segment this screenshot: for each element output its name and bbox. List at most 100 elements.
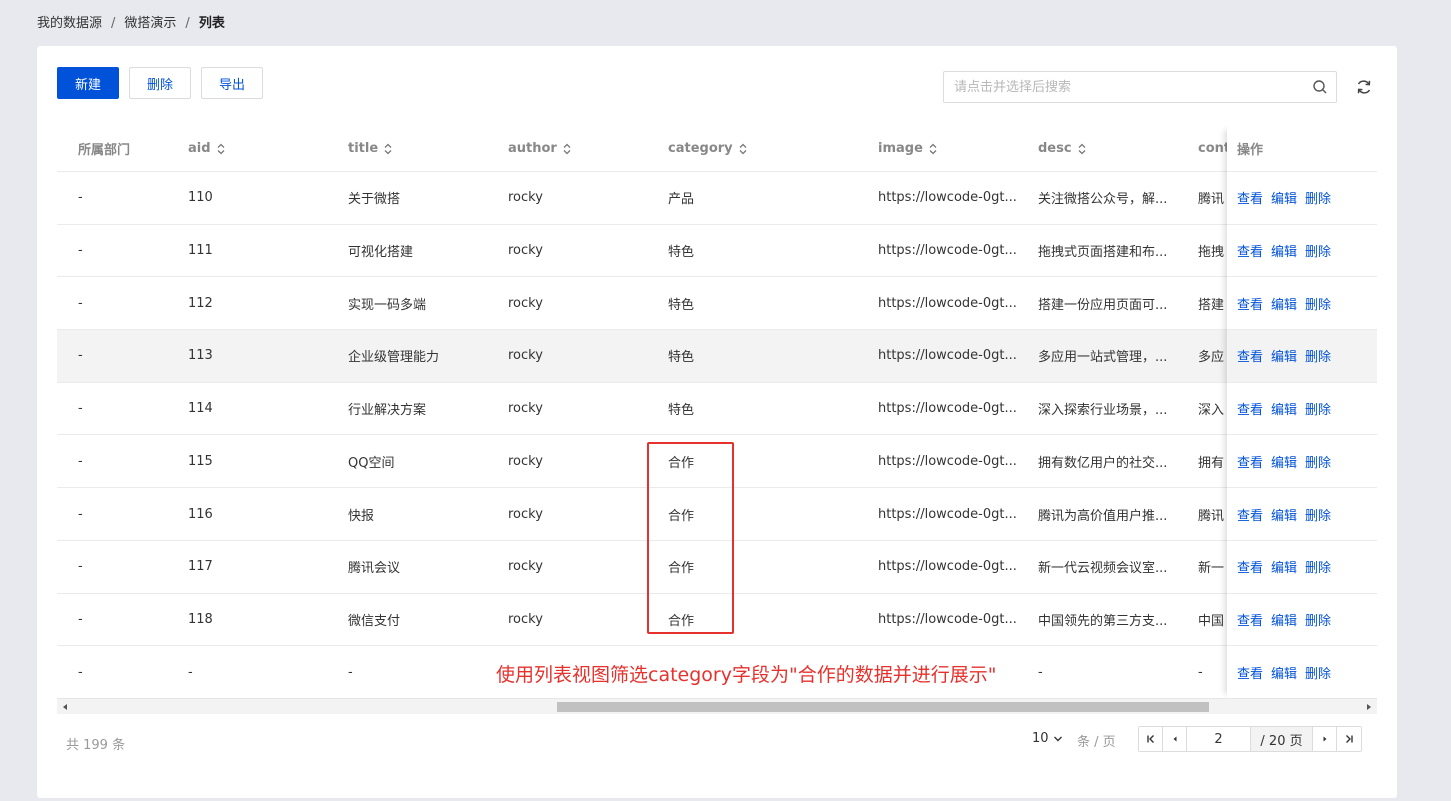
cell-content: 拥有 <box>1198 455 1225 471</box>
edit-link[interactable]: 编辑 <box>1271 663 1297 682</box>
view-link[interactable]: 查看 <box>1237 505 1263 524</box>
sort-icon[interactable] <box>383 143 393 155</box>
chevron-down-icon <box>1053 736 1062 741</box>
scroll-left-icon[interactable] <box>61 703 69 711</box>
page-size-select[interactable]: 10 <box>1032 731 1063 746</box>
column-header-desc[interactable]: desc <box>1038 126 1087 171</box>
table-row[interactable]: - 113 企业级管理能力 rocky 特色 https://lowcode-0gt...… <box>57 330 1377 383</box>
breadcrumb-current: 列表 <box>198 16 225 31</box>
cell-desc: 关注微搭公众号，解... <box>1038 192 1168 208</box>
edit-link[interactable]: 编辑 <box>1271 346 1297 365</box>
annotation-text: 使用列表视图筛选category字段为"合作的数据并进行展示" <box>496 664 997 686</box>
cell-title: QQ空间 <box>348 455 395 471</box>
ops-row: 查看 编辑 删除 <box>1227 646 1377 698</box>
breadcrumb-separator: / <box>185 16 190 31</box>
cell-category: 合作 <box>668 613 695 629</box>
cell-image: https://lowcode-0gt... <box>878 453 1017 469</box>
table-row[interactable]: - 112 实现一码多端 rocky 特色 https://lowcode-0gt... 搭… <box>57 277 1377 331</box>
cell-image: https://lowcode-0gt... <box>878 506 1017 522</box>
view-link[interactable]: 查看 <box>1237 188 1263 207</box>
column-header-category[interactable]: category <box>668 126 748 171</box>
edit-link[interactable]: 编辑 <box>1271 188 1297 207</box>
cell-content: - <box>1198 664 1203 680</box>
edit-link[interactable]: 编辑 <box>1271 294 1297 313</box>
view-link[interactable]: 查看 <box>1237 557 1263 576</box>
edit-link[interactable]: 编辑 <box>1271 452 1297 471</box>
delete-link[interactable]: 删除 <box>1305 188 1331 207</box>
delete-link[interactable]: 删除 <box>1305 663 1331 682</box>
view-link[interactable]: 查看 <box>1237 399 1263 418</box>
edit-link[interactable]: 编辑 <box>1271 610 1297 629</box>
sort-icon[interactable] <box>1077 143 1087 155</box>
delete-link[interactable]: 删除 <box>1305 294 1331 313</box>
delete-link[interactable]: 删除 <box>1305 241 1331 260</box>
scroll-thumb[interactable] <box>557 702 1209 712</box>
delete-button[interactable]: 删除 <box>129 67 191 99</box>
sort-icon[interactable] <box>562 143 572 155</box>
cell-aid: 113 <box>188 348 213 364</box>
page-number-input[interactable] <box>1187 727 1251 751</box>
horizontal-scrollbar[interactable] <box>57 698 1377 714</box>
cell-dept: - <box>78 611 83 627</box>
cell-content: 拖拽 <box>1198 245 1225 261</box>
delete-link[interactable]: 删除 <box>1305 557 1331 576</box>
edit-link[interactable]: 编辑 <box>1271 505 1297 524</box>
cell-content: 深入 <box>1198 403 1225 419</box>
cell-category: 合作 <box>668 561 695 577</box>
cell-dept: - <box>78 190 83 206</box>
search-input[interactable] <box>944 72 1294 102</box>
refresh-icon[interactable] <box>1355 78 1373 96</box>
cell-title: 关于微搭 <box>348 192 401 208</box>
breadcrumb-item-datasource[interactable]: 我的数据源 <box>37 16 102 31</box>
edit-link[interactable]: 编辑 <box>1271 241 1297 260</box>
export-button[interactable]: 导出 <box>201 67 263 99</box>
column-header-author[interactable]: author <box>508 126 572 171</box>
ops-row: 查看 编辑 删除 <box>1227 541 1377 594</box>
column-header-title[interactable]: title <box>348 126 393 171</box>
view-link[interactable]: 查看 <box>1237 346 1263 365</box>
cell-title: 可视化搭建 <box>348 245 414 261</box>
table-row[interactable]: - 116 快报 rocky 合作 https://lowcode-0gt... 腾讯为高价… <box>57 488 1377 541</box>
ops-row: 查看 编辑 删除 <box>1227 225 1377 278</box>
delete-link[interactable]: 删除 <box>1305 452 1331 471</box>
table-row[interactable]: - 117 腾讯会议 rocky 合作 https://lowcode-0gt... 新一代… <box>57 541 1377 594</box>
delete-link[interactable]: 删除 <box>1305 399 1331 418</box>
column-header-image[interactable]: image <box>878 126 938 171</box>
scroll-right-icon[interactable] <box>1365 703 1373 711</box>
total-count: 共 199 条 <box>66 738 126 753</box>
cell-dept: - <box>78 295 83 311</box>
breadcrumb-item-demo[interactable]: 微搭演示 <box>124 16 176 31</box>
cell-aid: 117 <box>188 559 213 575</box>
delete-link[interactable]: 删除 <box>1305 505 1331 524</box>
sort-icon[interactable] <box>216 143 226 155</box>
edit-link[interactable]: 编辑 <box>1271 557 1297 576</box>
view-link[interactable]: 查看 <box>1237 241 1263 260</box>
view-link[interactable]: 查看 <box>1237 294 1263 313</box>
new-button[interactable]: 新建 <box>57 67 119 99</box>
delete-link[interactable]: 删除 <box>1305 346 1331 365</box>
delete-link[interactable]: 删除 <box>1305 610 1331 629</box>
prev-page-button[interactable] <box>1163 727 1187 751</box>
table-row[interactable]: - 114 行业解决方案 rocky 特色 https://lowcode-0gt... 深… <box>57 383 1377 436</box>
table-row[interactable]: - 118 微信支付 rocky 合作 https://lowcode-0gt... 中国领… <box>57 594 1377 647</box>
column-header-aid[interactable]: aid <box>188 126 226 171</box>
search-icon[interactable] <box>1312 79 1328 95</box>
last-page-button[interactable] <box>1337 727 1361 751</box>
view-link[interactable]: 查看 <box>1237 663 1263 682</box>
view-link[interactable]: 查看 <box>1237 610 1263 629</box>
first-page-button[interactable] <box>1139 727 1163 751</box>
table-row[interactable]: - 115 QQ空间 rocky 合作 https://lowcode-0gt... 拥有数… <box>57 436 1377 489</box>
cell-content: 搭建 <box>1198 297 1225 313</box>
view-link[interactable]: 查看 <box>1237 452 1263 471</box>
table-row[interactable]: - 110 关于微搭 rocky 产品 https://lowcode-0gt... 关注微… <box>57 172 1377 225</box>
sort-icon[interactable] <box>928 143 938 155</box>
edit-link[interactable]: 编辑 <box>1271 399 1297 418</box>
cell-desc: 中国领先的第三方支... <box>1038 613 1168 629</box>
cell-category: 特色 <box>668 403 695 419</box>
next-page-button[interactable] <box>1313 727 1337 751</box>
sort-icon[interactable] <box>738 143 748 155</box>
table-row[interactable]: - 111 可视化搭建 rocky 特色 https://lowcode-0gt... 拖拽… <box>57 225 1377 278</box>
data-table: 所属部门 aid title author category image des… <box>57 126 1377 698</box>
cell-content: 腾讯 <box>1198 192 1225 208</box>
cell-title: 腾讯会议 <box>348 561 401 577</box>
